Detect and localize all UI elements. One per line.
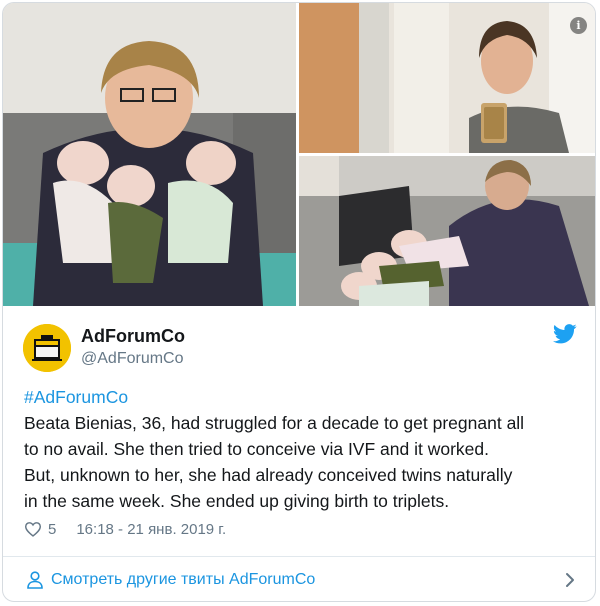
chevron-right-icon[interactable] bbox=[565, 572, 575, 588]
more-tweets-label[interactable]: Смотреть другие твиты AdForumCo bbox=[51, 571, 315, 589]
tweet-meta: 5 16:18 - 21 янв. 2019 г. bbox=[24, 518, 226, 540]
heart-icon[interactable] bbox=[24, 521, 42, 537]
tweet-text-line: to no avail. She then tried to conceive … bbox=[24, 439, 489, 459]
more-tweets-link[interactable]: Смотреть другие твиты AdForumCo bbox=[3, 556, 595, 601]
tweet-timestamp[interactable]: 16:18 - 21 янв. 2019 г. bbox=[76, 521, 226, 538]
tweet-card: i AdForumCo @AdForumCo #AdForumCo Beata … bbox=[2, 2, 596, 602]
twitter-bird-icon[interactable] bbox=[553, 324, 577, 344]
user-icon bbox=[27, 571, 43, 589]
user-handle[interactable]: @AdForumCo bbox=[81, 350, 184, 368]
hashtag-link[interactable]: #AdForumCo bbox=[24, 384, 580, 410]
media-grid: i bbox=[3, 3, 595, 306]
mother-holding-triplets-photo[interactable] bbox=[3, 3, 296, 306]
display-name[interactable]: AdForumCo bbox=[81, 326, 185, 347]
tweet-text-line: in the same week. She ended up giving bi… bbox=[24, 491, 450, 511]
tweet-text-line: Beata Bienias, 36, had struggled for a d… bbox=[24, 413, 525, 433]
mother-with-babies-on-sofa-photo[interactable] bbox=[299, 156, 595, 306]
tweet-text: #AdForumCo Beata Bienias, 36, had strugg… bbox=[24, 384, 580, 514]
info-icon[interactable]: i bbox=[570, 17, 587, 34]
avatar[interactable] bbox=[23, 324, 71, 372]
mirror-selfie-photo[interactable]: i bbox=[299, 3, 595, 153]
tweet-text-line: But, unknown to her, she had already con… bbox=[24, 465, 513, 485]
like-count: 5 bbox=[48, 520, 57, 538]
tweet-header: AdForumCo @AdForumCo bbox=[3, 306, 595, 376]
